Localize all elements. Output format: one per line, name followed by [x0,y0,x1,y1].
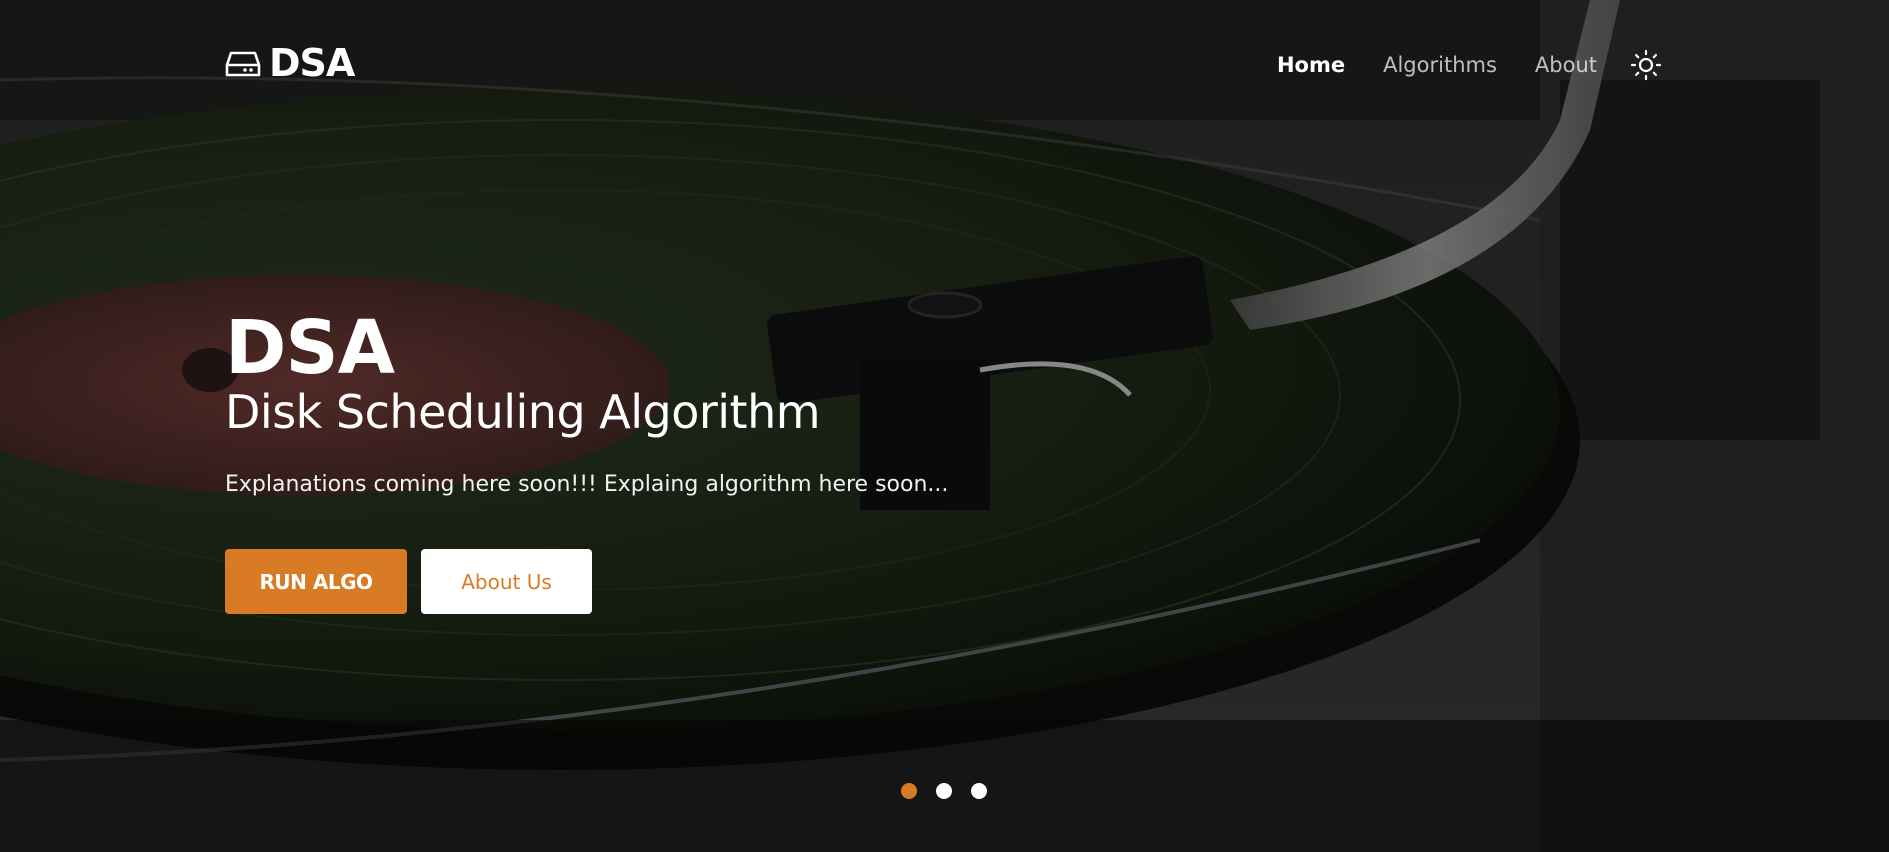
theme-toggle-button[interactable] [1629,48,1663,82]
nav-about[interactable]: About [1535,53,1597,77]
carousel-dot-2[interactable] [936,783,952,799]
hard-drive-icon [225,51,261,77]
brand-logo[interactable]: DSA [225,40,355,86]
carousel-dot-3[interactable] [971,783,987,799]
sun-icon [1630,49,1662,81]
hero-subtitle: Disk Scheduling Algorithm [225,385,821,439]
carousel-indicators [901,783,987,799]
nav-home[interactable]: Home [1277,53,1345,77]
hero-description: Explanations coming here soon!!! Explain… [225,472,949,497]
nav-algorithms[interactable]: Algorithms [1383,53,1497,77]
hero-section: DSA Disk Scheduling Algorithm Explanatio… [225,308,1125,614]
carousel-dot-1[interactable] [901,783,917,799]
site-header: DSA Home Algorithms About [0,0,1889,130]
brand-name: DSA [269,41,355,85]
main-nav: Home Algorithms About [1277,48,1663,82]
hero-actions: RUN ALGO About Us [225,549,1125,614]
hero-title: DSA [225,305,395,391]
run-algo-button[interactable]: RUN ALGO [225,549,407,614]
about-us-button[interactable]: About Us [421,549,592,614]
